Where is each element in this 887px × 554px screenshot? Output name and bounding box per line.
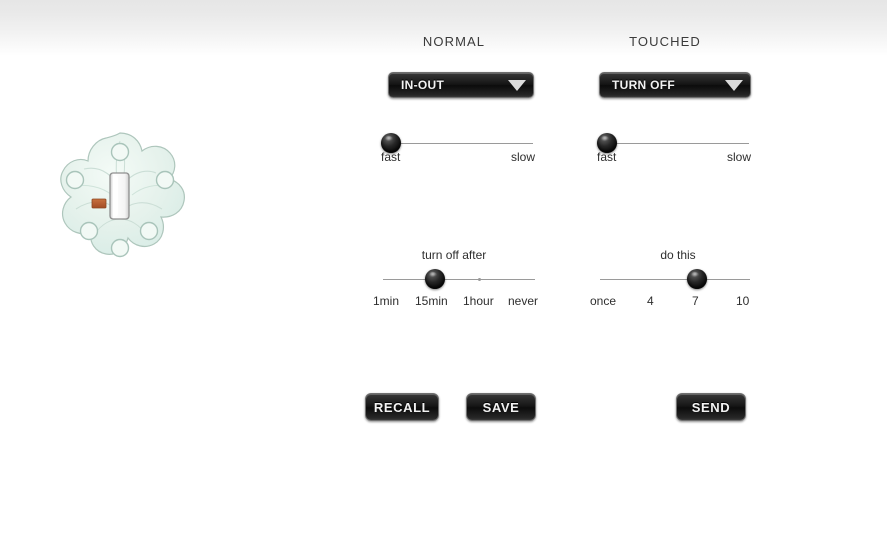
normal-duration-tick-2: 1hour: [463, 294, 494, 308]
touched-mode-dropdown[interactable]: TURN OFF: [599, 72, 751, 98]
slider-knob[interactable]: [425, 269, 445, 289]
save-button[interactable]: SAVE: [466, 393, 536, 421]
touched-repeat-tick-3: 10: [736, 294, 750, 308]
touched-repeat-tick-1: 4: [647, 294, 654, 308]
slider-track[interactable]: [383, 279, 535, 280]
slider-knob[interactable]: [687, 269, 707, 289]
normal-speed-max-label: slow: [511, 150, 536, 164]
slider-track[interactable]: [600, 279, 750, 280]
chevron-down-icon: [725, 79, 743, 91]
accent-block: [91, 198, 107, 209]
column-title-touched: TOUCHED: [629, 34, 701, 49]
chevron-down-icon: [508, 79, 526, 91]
send-button[interactable]: SEND: [676, 393, 746, 421]
normal-duration-caption: turn off after: [421, 248, 487, 262]
normal-mode-dropdown-value: IN-OUT: [401, 78, 445, 92]
touched-mode-dropdown-value: TURN OFF: [612, 78, 676, 92]
touched-repeat-caption: do this: [660, 248, 696, 262]
column-title-normal: NORMAL: [422, 34, 486, 49]
switch-plate-illustration: [50, 125, 190, 265]
touched-repeat-slider[interactable]: [600, 267, 750, 291]
normal-speed-min-label: fast: [381, 150, 401, 164]
slider-tick: [478, 278, 481, 281]
normal-duration-tick-0: 1min: [373, 294, 400, 308]
touched-repeat-tick-2: 7: [692, 294, 699, 308]
touched-repeat-tick-0: once: [590, 294, 617, 308]
normal-duration-tick-1: 15min: [415, 294, 448, 308]
touched-speed-max-label: slow: [727, 150, 752, 164]
touched-speed-min-label: fast: [597, 150, 617, 164]
toggle-lever: [109, 172, 130, 220]
slider-track[interactable]: [381, 143, 533, 144]
normal-duration-slider[interactable]: [383, 267, 535, 291]
normal-duration-tick-3: never: [508, 294, 539, 308]
normal-mode-dropdown[interactable]: IN-OUT: [388, 72, 534, 98]
slider-track[interactable]: [597, 143, 749, 144]
recall-button[interactable]: RECALL: [365, 393, 439, 421]
